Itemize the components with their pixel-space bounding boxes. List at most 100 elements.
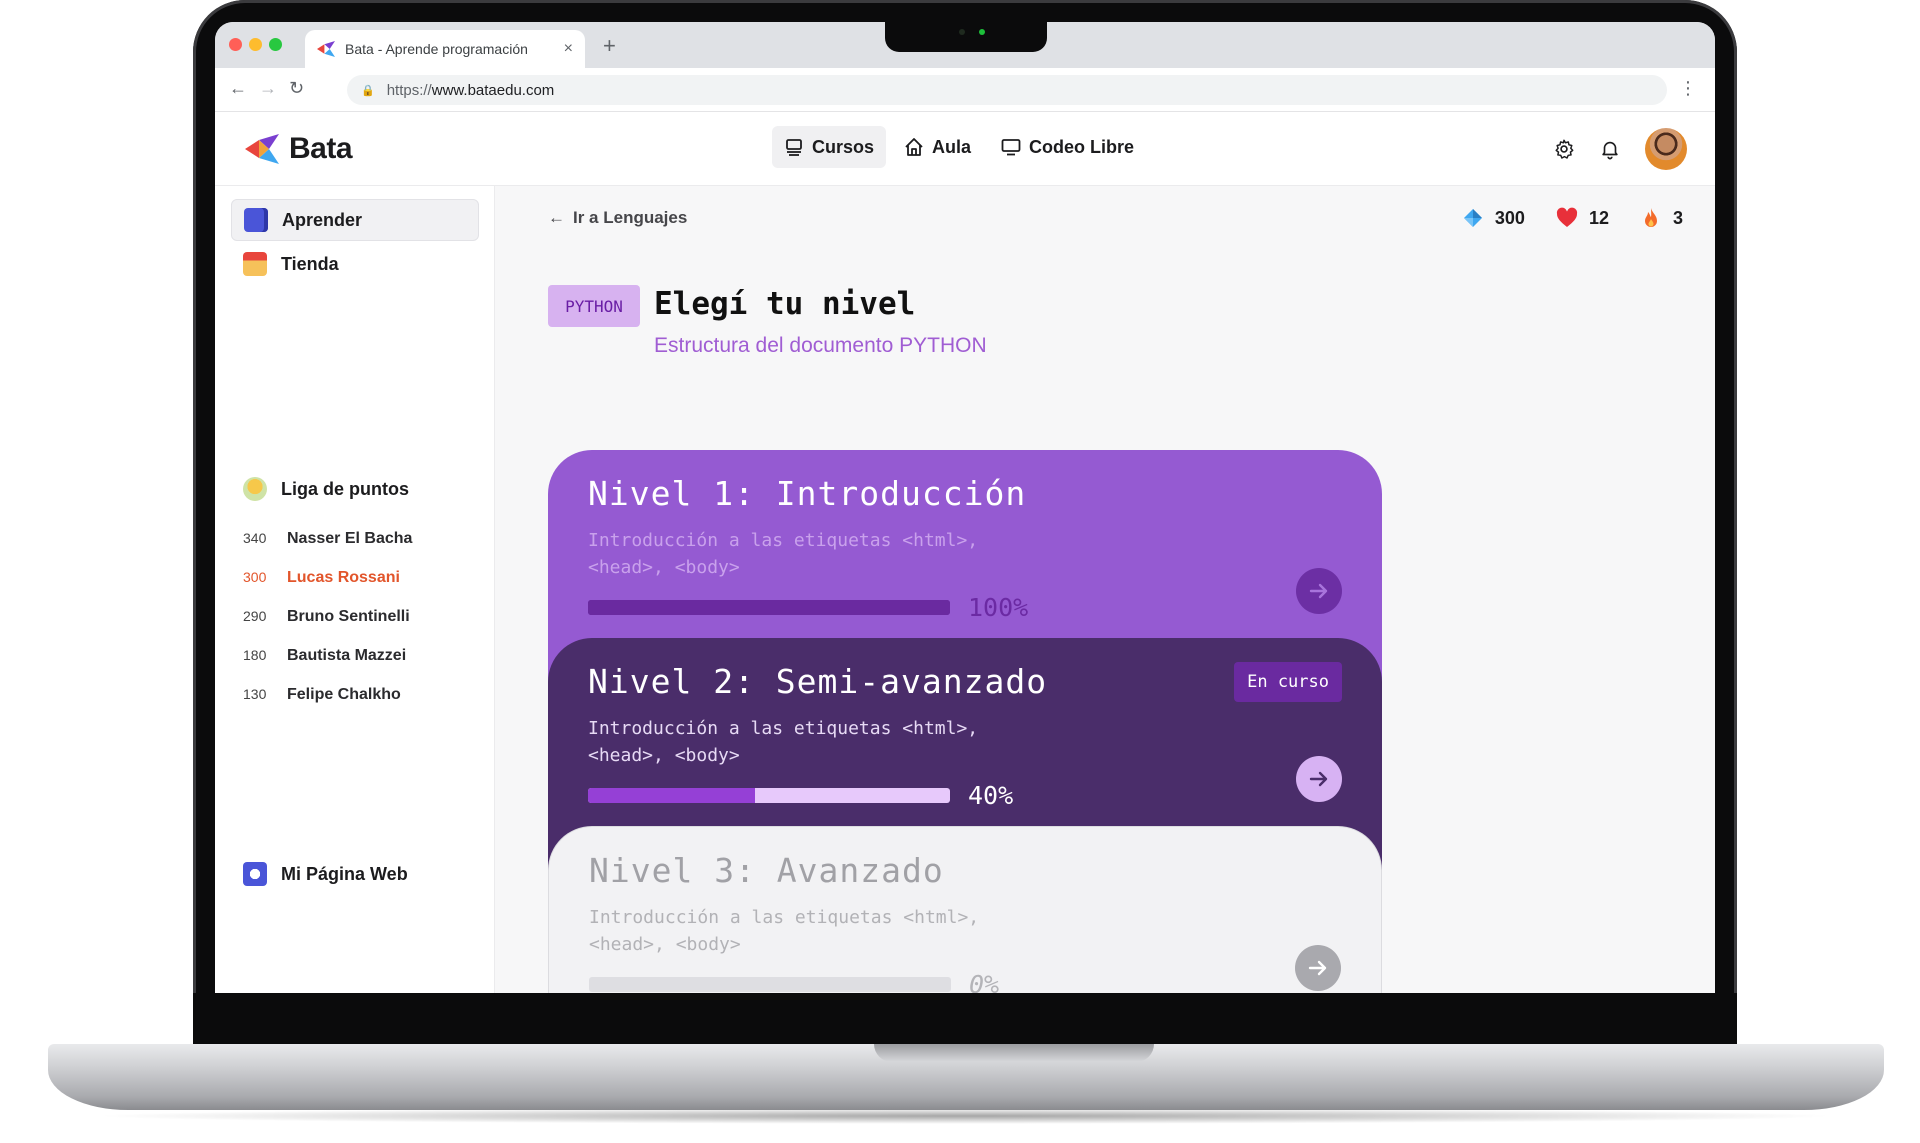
globe-icon — [243, 862, 267, 886]
user-avatar[interactable] — [1645, 128, 1687, 170]
league-score: 130 — [243, 686, 267, 702]
gear-icon[interactable] — [1553, 138, 1575, 160]
progress-percent: 100% — [968, 593, 1029, 622]
arrow-right-icon — [1309, 771, 1328, 787]
league-score: 290 — [243, 608, 267, 624]
level-2-go-button[interactable] — [1296, 756, 1342, 802]
league-row: 130 Felipe Chalkho — [243, 686, 401, 704]
sidebar-item-tienda[interactable]: Tienda — [231, 243, 479, 285]
header-actions — [1553, 128, 1687, 170]
url-text: https://www.bataedu.com — [386, 81, 555, 99]
streak-value: 3 — [1672, 207, 1683, 228]
nav-aula[interactable]: Aula — [892, 126, 983, 168]
league-name: Bautista Mazzei — [287, 647, 407, 664]
lives-stat: 12 — [1555, 206, 1609, 230]
progress-fill — [588, 600, 950, 615]
back-arrow-icon[interactable]: ← — [229, 78, 247, 99]
logo[interactable]: Bata — [245, 132, 353, 166]
camera-notch — [885, 22, 1047, 52]
level-description: Introducción a las etiquetas <html>, <he… — [589, 907, 980, 955]
level-progress: 40% — [588, 781, 1013, 810]
camera-led — [979, 29, 985, 35]
league-row-current-user: 300 Lucas Rossani — [243, 569, 400, 587]
league-name: Bruno Sentinelli — [287, 608, 410, 625]
camera-lens — [959, 29, 965, 35]
main-content: ← Ir a Lenguajes 300 12 3 PYTHON Elegí t… — [496, 186, 1715, 993]
level-description: Introducción a las etiquetas <html>, <he… — [588, 718, 979, 766]
level-title: Nivel 1: Introducción — [588, 474, 1027, 513]
arrow-right-icon — [1308, 960, 1327, 976]
nav-codeo-libre-label: Codeo Libre — [1029, 136, 1135, 157]
browser-tab[interactable]: Bata - Aprende programación × — [305, 30, 585, 68]
app-header: Bata Cursos Aula Codeo Libre — [215, 112, 1715, 186]
back-link-label: Ir a Lenguajes — [573, 208, 688, 227]
trophy-icon — [243, 477, 267, 501]
nav-codeo-libre[interactable]: Codeo Libre — [989, 126, 1146, 168]
level-1-go-button[interactable] — [1296, 568, 1342, 614]
forward-arrow-icon[interactable]: → — [259, 78, 277, 99]
back-to-languages-link[interactable]: ← Ir a Lenguajes — [548, 208, 687, 228]
nav-cursos[interactable]: Cursos — [772, 126, 887, 168]
nav-aula-label: Aula — [932, 136, 972, 157]
monitor-icon — [1001, 139, 1021, 156]
back-arrow-icon: ← — [548, 208, 565, 227]
store-icon — [243, 252, 267, 276]
league-score: 340 — [243, 530, 267, 546]
progress-percent: 0% — [969, 970, 1000, 993]
window-zoom-button[interactable] — [269, 38, 282, 51]
bata-logo-icon — [245, 134, 279, 164]
points-stat: 300 — [1461, 206, 1525, 230]
level-3-go-button[interactable] — [1295, 945, 1341, 991]
sidebar-item-aprender[interactable]: Aprender — [231, 199, 479, 241]
heart-icon — [1556, 207, 1578, 227]
progress-track — [588, 600, 950, 615]
level-description: Introducción a las etiquetas <html>, <he… — [588, 530, 979, 578]
flame-icon — [1644, 208, 1657, 227]
league-name: Lucas Rossani — [287, 569, 400, 586]
reload-icon[interactable]: ↻ — [289, 78, 304, 99]
sidebar-item-mi-pagina-web[interactable]: Mi Página Web — [231, 853, 479, 895]
progress-track — [589, 977, 951, 992]
nav-cursos-label: Cursos — [812, 136, 875, 157]
laptop-shadow — [90, 1108, 1840, 1124]
sidebar-item-label: Mi Página Web — [281, 863, 408, 884]
window-close-button[interactable] — [229, 38, 242, 51]
progress-percent: 40% — [968, 781, 1014, 810]
bata-favicon-icon — [317, 41, 335, 57]
arrow-right-icon — [1309, 583, 1328, 599]
page-subtitle: Estructura del documento PYTHON — [654, 334, 987, 357]
league-title-label: Liga de puntos — [281, 478, 409, 499]
gem-icon — [1463, 209, 1482, 227]
streak-stat: 3 — [1639, 206, 1683, 230]
language-badge: PYTHON — [548, 285, 640, 327]
lives-value: 12 — [1588, 207, 1609, 228]
user-stats: 300 12 3 — [1461, 206, 1683, 230]
progress-track — [588, 788, 950, 803]
league-score: 300 — [243, 569, 267, 585]
level-card-3[interactable]: Nivel 3: Avanzado Introducción a las eti… — [548, 826, 1382, 993]
window-minimize-button[interactable] — [249, 38, 262, 51]
league-name: Felipe Chalkho — [287, 686, 401, 703]
new-tab-icon[interactable]: + — [603, 33, 616, 59]
tab-close-icon[interactable]: × — [564, 40, 573, 58]
points-value: 300 — [1494, 207, 1525, 228]
laptop-base-notch — [874, 1044, 1154, 1062]
sidebar: Aprender Tienda Liga de puntos 340 Nasse… — [215, 186, 495, 993]
laptop-bottom-bezel — [193, 993, 1737, 1050]
sidebar-item-label: Tienda — [281, 253, 339, 274]
book-icon — [244, 208, 268, 232]
league-name: Nasser El Bacha — [287, 530, 413, 547]
tab-title: Bata - Aprende programación — [345, 41, 528, 57]
bell-icon[interactable] — [1599, 138, 1621, 160]
league-row: 290 Bruno Sentinelli — [243, 608, 410, 626]
logo-text: Bata — [289, 132, 353, 165]
url-field[interactable]: 🔒 https://www.bataedu.com — [347, 75, 1667, 105]
home-icon — [905, 138, 923, 156]
top-navigation: Cursos Aula Codeo Libre — [772, 126, 1146, 168]
league-title: Liga de puntos — [243, 477, 409, 501]
browser-menu-icon[interactable]: ⋮ — [1679, 78, 1697, 99]
level-progress: 100% — [588, 593, 1028, 622]
league-score: 180 — [243, 647, 267, 663]
league-row: 340 Nasser El Bacha — [243, 530, 412, 548]
level-title: Nivel 3: Avanzado — [589, 851, 944, 890]
